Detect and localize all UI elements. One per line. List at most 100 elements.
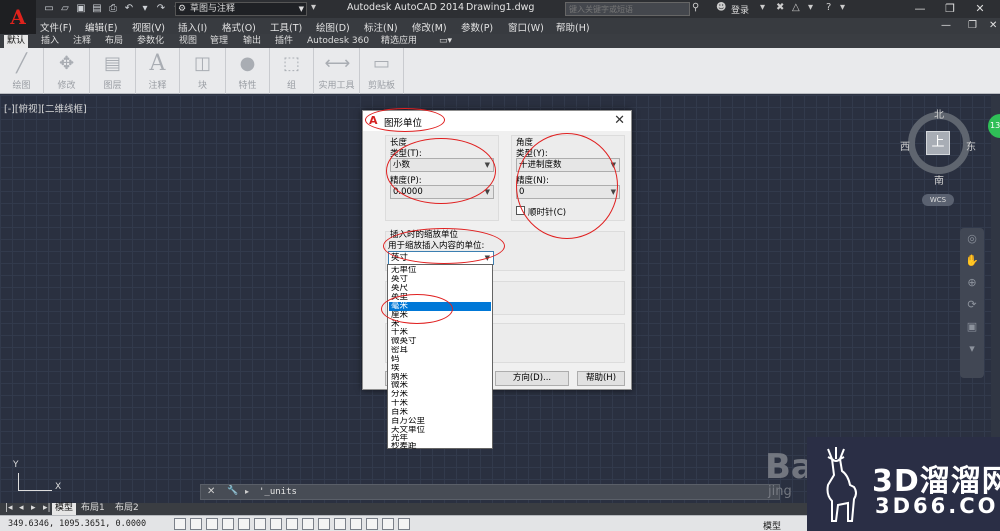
restore-icon[interactable]: ❐ <box>935 0 965 18</box>
infer-constraints-icon[interactable] <box>174 518 186 530</box>
help-icon[interactable]: ? <box>826 2 831 13</box>
steering-wheel-icon[interactable]: ◎ <box>960 228 984 250</box>
option-mils[interactable]: 密耳 <box>389 346 491 355</box>
ribbon-group-block[interactable]: ◫ 块 <box>180 48 226 94</box>
exchange-icon[interactable]: ✖ <box>776 2 784 13</box>
login-link[interactable]: 登录 <box>731 3 749 16</box>
option-dekameters[interactable]: 十米 <box>389 399 491 408</box>
undo-dropdown-icon[interactable]: ▾ <box>138 2 152 16</box>
ortho-mode-icon[interactable] <box>222 518 234 530</box>
annotation-monitor-icon[interactable] <box>398 518 410 530</box>
save-as-icon[interactable]: ▤ <box>90 2 104 16</box>
compass-west[interactable]: 西 <box>900 138 910 153</box>
grid-display-icon[interactable] <box>206 518 218 530</box>
option-inches[interactable]: 英寸 <box>389 275 491 284</box>
dynamic-ucs-icon[interactable] <box>302 518 314 530</box>
menu-edit[interactable]: 编辑(E) <box>85 20 117 34</box>
binoculars-icon[interactable]: ⚲ <box>692 2 699 13</box>
object-snap-icon[interactable] <box>254 518 266 530</box>
ribbon-toggle-icon[interactable]: ▭▾ <box>436 35 455 48</box>
object-snap-tracking-icon[interactable] <box>286 518 298 530</box>
tab-annotate[interactable]: 注释 <box>70 35 94 48</box>
search-input[interactable] <box>565 2 690 16</box>
user-icon[interactable]: ☻ <box>716 2 726 13</box>
menu-dimension[interactable]: 标注(N) <box>364 20 398 34</box>
option-gigameters[interactable]: 百万公里 <box>389 417 491 426</box>
wrench-icon[interactable]: 🔧 <box>227 486 238 496</box>
menu-restore-icon[interactable]: ❐ <box>968 20 977 31</box>
tab-nav-next-icon[interactable]: ▸ <box>28 503 39 515</box>
tab-autodesk-360[interactable]: Autodesk 360 <box>304 35 372 48</box>
menu-tools[interactable]: 工具(T) <box>270 20 302 34</box>
showmotion-icon[interactable]: ▣ <box>960 316 984 338</box>
command-text[interactable]: '_units <box>259 487 297 497</box>
dropdown-icon[interactable]: ▾ <box>808 2 813 13</box>
tab-default[interactable]: 默认 <box>4 35 29 48</box>
tab-output[interactable]: 输出 <box>240 35 264 48</box>
tab-featured-apps[interactable]: 精选应用 <box>378 35 420 48</box>
option-unitless[interactable]: 无单位 <box>389 266 491 275</box>
print-icon[interactable]: ⎙ <box>106 2 120 16</box>
menu-view[interactable]: 视图(V) <box>132 20 165 34</box>
option-microns[interactable]: 微米 <box>389 381 491 390</box>
menu-minimize-icon[interactable]: — <box>941 20 951 31</box>
help-button[interactable]: 帮助(H) <box>577 371 625 386</box>
viewcube-top-face[interactable]: 上 <box>926 131 950 155</box>
menu-insert[interactable]: 插入(I) <box>178 20 207 34</box>
close-icon[interactable]: ✕ <box>965 0 995 18</box>
new-file-icon[interactable]: ▭ <box>42 2 56 16</box>
wcs-menu[interactable]: WCS <box>922 194 954 206</box>
ribbon-group-layers[interactable]: ▤ 图层 <box>90 48 136 94</box>
option-parsecs[interactable]: 秒差距 <box>389 442 491 451</box>
polar-tracking-icon[interactable] <box>238 518 250 530</box>
menu-help[interactable]: 帮助(H) <box>556 20 590 34</box>
menu-format[interactable]: 格式(O) <box>222 20 256 34</box>
option-feet[interactable]: 英尺 <box>389 284 491 293</box>
zoom-icon[interactable]: ⊕ <box>960 272 984 294</box>
dynamic-input-icon[interactable] <box>318 518 330 530</box>
undo-icon[interactable]: ↶ <box>122 2 136 16</box>
tab-nav-prev-icon[interactable]: ◂ <box>16 503 27 515</box>
selection-cycling-icon[interactable] <box>382 518 394 530</box>
option-yards[interactable]: 码 <box>389 355 491 364</box>
minimize-icon[interactable]: — <box>905 0 935 18</box>
ribbon-group-group[interactable]: ⬚ 组 <box>270 48 314 94</box>
save-icon[interactable]: ▣ <box>74 2 88 16</box>
tab-model[interactable]: 模型 <box>52 503 77 515</box>
ribbon-group-clipboard[interactable]: ▭ 剪贴板 <box>360 48 404 94</box>
model-space-toggle[interactable]: 模型 <box>763 519 781 531</box>
close-command-line-icon[interactable]: ✕ <box>207 486 215 497</box>
compass-north[interactable]: 北 <box>934 106 944 121</box>
option-microinches[interactable]: 微英寸 <box>389 337 491 346</box>
tab-manage[interactable]: 管理 <box>207 35 231 48</box>
command-line[interactable]: ✕ 🔧 ▸ '_units <box>200 484 780 500</box>
tab-layout[interactable]: 布局 <box>102 35 126 48</box>
open-file-icon[interactable]: ▱ <box>58 2 72 16</box>
tab-parametric[interactable]: 参数化 <box>134 35 167 48</box>
compass-east[interactable]: 东 <box>966 138 976 153</box>
tab-view[interactable]: 视图 <box>176 35 200 48</box>
option-hectometers[interactable]: 百米 <box>389 408 491 417</box>
menu-window[interactable]: 窗口(W) <box>508 20 544 34</box>
nav-menu-icon[interactable]: ▾ <box>960 338 984 360</box>
redo-icon[interactable]: ↷ <box>154 2 168 16</box>
tab-plugins[interactable]: 插件 <box>272 35 296 48</box>
menu-draw[interactable]: 绘图(D) <box>316 20 350 34</box>
option-kilometers[interactable]: 千米 <box>389 328 491 337</box>
snap-mode-icon[interactable] <box>190 518 202 530</box>
viewport-controls[interactable]: [-][俯视][二维线框] <box>4 101 87 115</box>
menu-file[interactable]: 文件(F) <box>40 20 72 34</box>
menu-parametric[interactable]: 参数(P) <box>461 20 493 34</box>
workspace-select[interactable]: ⚙ 草图与注释 ▼ <box>175 2 307 16</box>
menu-close-icon[interactable]: ✕ <box>989 20 997 31</box>
autodesk-a360-icon[interactable]: △ <box>792 2 800 13</box>
option-angstroms[interactable]: 埃 <box>389 364 491 373</box>
ribbon-group-modify[interactable]: ✥ 修改 <box>44 48 90 94</box>
ribbon-group-properties[interactable]: ● 特性 <box>226 48 270 94</box>
ribbon-group-draw[interactable]: ╱ 绘图 <box>0 48 44 94</box>
direction-button[interactable]: 方向(D)... <box>495 371 569 386</box>
3d-object-snap-icon[interactable] <box>270 518 282 530</box>
cursor-coordinates[interactable]: 349.6346, 1095.3651, 0.0000 <box>8 519 146 529</box>
help-dropdown-icon[interactable]: ▾ <box>840 2 845 13</box>
tab-layout1[interactable]: 布局1 <box>78 503 108 515</box>
